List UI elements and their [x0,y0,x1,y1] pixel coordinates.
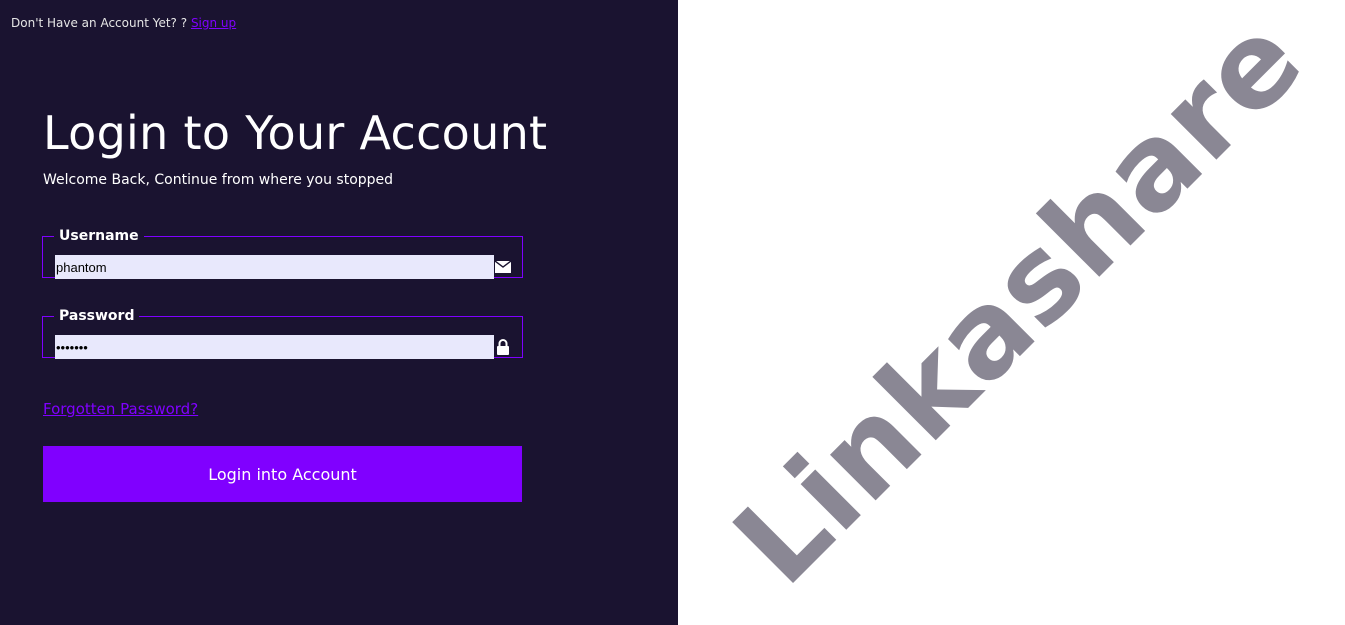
signup-prompt-text: Don't Have an Account Yet? ? [11,16,188,30]
page-subtitle: Welcome Back, Continue from where you st… [43,172,394,188]
brand-panel: Linkashare [678,0,1345,625]
username-fieldset: Username [42,228,523,279]
page-title: Login to Your Account [43,106,548,160]
brand-watermark: Linkashare [707,0,1329,611]
forgot-password-link[interactable]: Forgotten Password? [43,400,198,418]
username-input[interactable] [55,255,494,279]
password-label: Password [59,308,135,324]
lock-icon [494,335,511,359]
password-fieldset: Password [42,308,523,359]
username-label: Username [59,228,139,244]
login-page: Don't Have an Account Yet? ? Sign up Log… [0,0,1345,625]
login-panel: Don't Have an Account Yet? ? Sign up Log… [0,0,678,625]
password-input[interactable] [55,335,494,359]
signup-prompt-line: Don't Have an Account Yet? ? Sign up [11,16,236,30]
login-button[interactable]: Login into Account [43,446,522,502]
username-row [55,255,511,279]
envelope-icon [494,255,511,279]
signup-link[interactable]: Sign up [191,16,236,30]
password-row [55,335,511,359]
